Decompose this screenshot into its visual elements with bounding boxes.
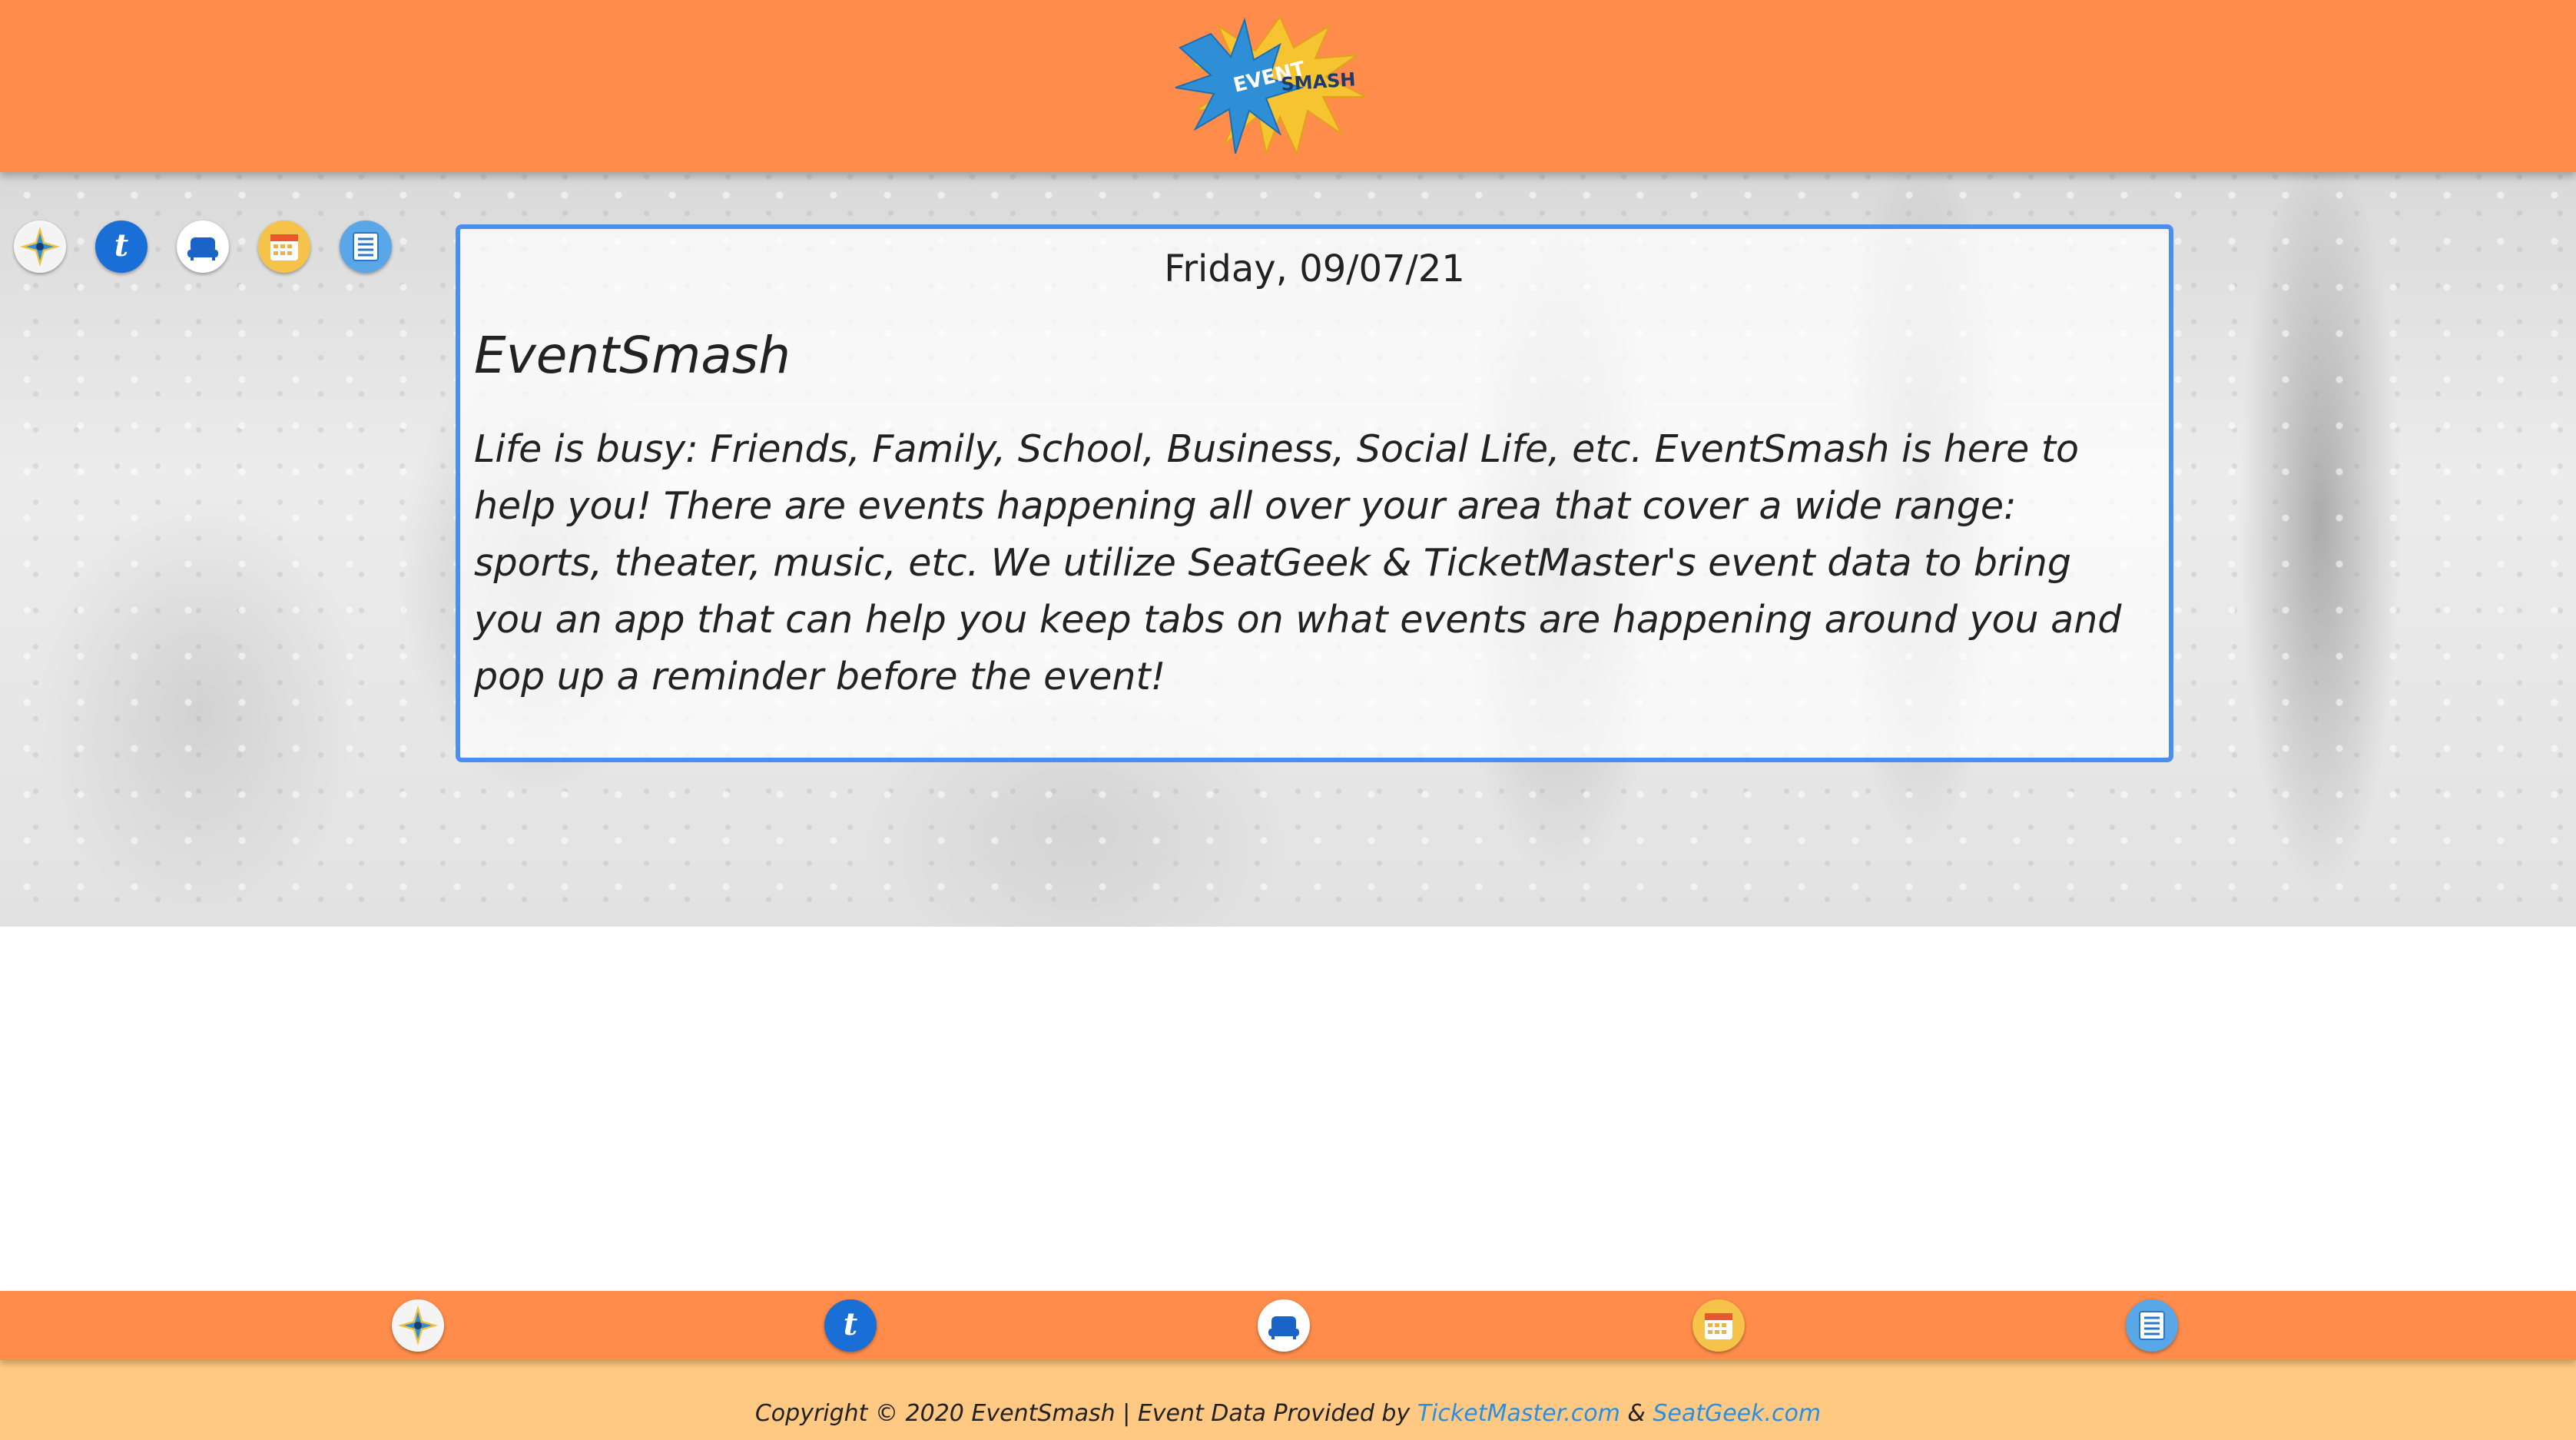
footer-list-icon[interactable] bbox=[2126, 1299, 2178, 1352]
calendar-icon[interactable] bbox=[258, 221, 310, 273]
seatgeek-icon[interactable] bbox=[177, 221, 229, 273]
page-title: EventSmash bbox=[474, 326, 791, 385]
footer-calendar-icon[interactable] bbox=[1692, 1299, 1745, 1352]
description-text: Life is busy: Friends, Family, School, B… bbox=[474, 427, 2122, 698]
footer-separator: & bbox=[1627, 1400, 1646, 1427]
footer-compass-icon[interactable] bbox=[392, 1299, 444, 1352]
footer: Copyright © 2020 EventSmash | Event Data… bbox=[0, 1360, 2576, 1440]
date-label: Friday, 09/07/21 bbox=[1164, 247, 1465, 290]
compass-icon[interactable] bbox=[14, 221, 66, 273]
footer-nav: t bbox=[0, 1291, 2576, 1360]
logo-graphic: EVENT SMASH bbox=[1175, 15, 1367, 157]
page: EVENT SMASH t Friday, 09/07/21 EventSmas… bbox=[0, 0, 2576, 1440]
content-card: Friday, 09/07/21 EventSmash Life is busy… bbox=[456, 224, 2173, 762]
ticketmaster-icon[interactable]: t bbox=[95, 221, 148, 273]
seatgeek-link[interactable]: SeatGeek.com bbox=[1653, 1400, 1821, 1427]
ticketmaster-link[interactable]: TicketMaster.com bbox=[1417, 1400, 1620, 1427]
copyright-line: Copyright © 2020 EventSmash | Event Data… bbox=[0, 1360, 2576, 1440]
side-nav: t bbox=[14, 221, 413, 276]
footer-seatgeek-icon[interactable] bbox=[1258, 1299, 1310, 1352]
eventsmash-logo[interactable]: EVENT SMASH bbox=[1165, 3, 1395, 163]
header: EVENT SMASH bbox=[0, 0, 2576, 172]
copyright-text: Copyright © 2020 EventSmash | Event Data… bbox=[754, 1400, 1411, 1427]
svg-text:t: t bbox=[844, 1306, 858, 1342]
svg-text:t: t bbox=[114, 227, 129, 264]
footer-ticketmaster-icon[interactable]: t bbox=[824, 1299, 877, 1352]
list-icon[interactable] bbox=[340, 221, 392, 273]
